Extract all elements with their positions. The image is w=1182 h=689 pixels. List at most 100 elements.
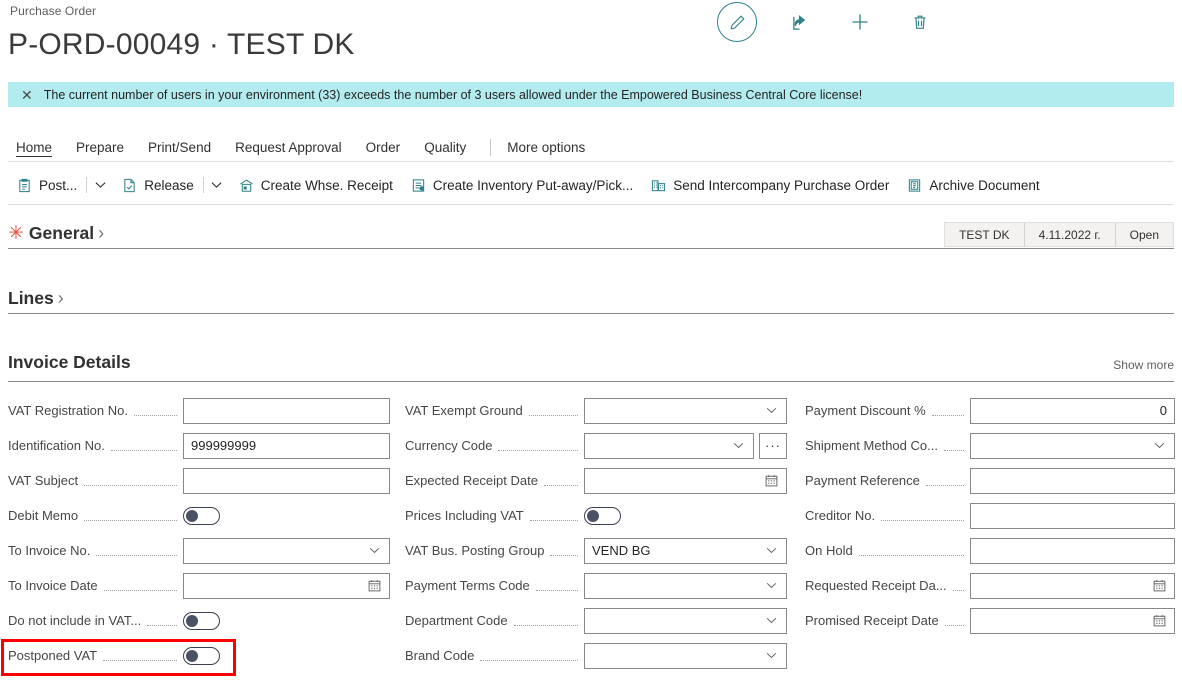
notification-message: The current number of users in your envi…	[43, 87, 863, 102]
ribbon-divider	[8, 161, 1174, 162]
top-action-toolbar	[717, 0, 937, 44]
vat-subject-input[interactable]	[183, 467, 390, 494]
field-column-left: VAT Registration No. Identification No. …	[8, 393, 390, 673]
prices-including-vat-toggle[interactable]	[584, 506, 621, 525]
field-vat-exempt-ground: VAT Exempt Ground	[405, 393, 787, 428]
plus-icon[interactable]	[843, 5, 877, 39]
currency-code-lookup-button[interactable]: ···	[759, 432, 787, 459]
vat-registration-no-input[interactable]	[183, 397, 390, 424]
tab-home[interactable]: Home	[8, 140, 64, 155]
lines-section-title: Lines	[8, 287, 54, 308]
field-identification-no: Identification No. 999999999	[8, 428, 390, 463]
calendar-icon[interactable]	[1151, 614, 1167, 627]
creditor-no-input[interactable]	[970, 502, 1175, 529]
post-dropdown-chevron-down-icon[interactable]	[87, 171, 113, 199]
requested-receipt-date-input[interactable]	[970, 572, 1175, 599]
trash-icon[interactable]	[903, 5, 937, 39]
postponed-vat-toggle[interactable]	[183, 646, 220, 665]
archive-document-label: Archive Document	[929, 177, 1040, 193]
chevron-down-icon[interactable]	[763, 652, 779, 659]
release-icon	[122, 178, 137, 193]
pill-date[interactable]: 4.11.2022 г.	[1023, 223, 1115, 246]
tab-request-approval[interactable]: Request Approval	[223, 140, 354, 155]
label-leader-dots	[147, 615, 177, 626]
vat-bus-posting-group-dropdown[interactable]: VEND BG	[584, 537, 787, 564]
tab-divider	[490, 138, 492, 156]
intercompany-icon	[651, 178, 666, 193]
post-icon	[17, 178, 32, 193]
release-button[interactable]: Release	[113, 171, 203, 199]
identification-no-input[interactable]: 999999999	[183, 432, 390, 459]
do-not-include-in-vat-toggle[interactable]	[183, 611, 220, 630]
lines-section-header[interactable]: Lines ›	[8, 283, 1174, 313]
field-label: Debit Memo	[8, 508, 79, 523]
edit-pencil-icon[interactable]	[717, 2, 757, 42]
share-icon[interactable]	[783, 5, 817, 39]
archive-icon	[907, 178, 922, 193]
warehouse-receipt-icon	[239, 178, 254, 193]
ribbon-tab-list: Home Prepare Print/Send Request Approval…	[8, 132, 1174, 162]
to-invoice-date-input[interactable]	[183, 572, 390, 599]
pill-status[interactable]: Open	[1114, 223, 1173, 246]
calendar-icon[interactable]	[1151, 579, 1167, 592]
command-bar-divider	[8, 204, 1174, 205]
post-button[interactable]: Post...	[8, 171, 86, 199]
tab-quality[interactable]: Quality	[412, 140, 478, 155]
license-notification-bar: ✕ The current number of users in your en…	[8, 82, 1174, 107]
chevron-down-icon[interactable]	[763, 407, 779, 414]
vat-exempt-ground-dropdown[interactable]	[584, 397, 787, 424]
chevron-down-icon[interactable]	[763, 582, 779, 589]
invoice-details-title: Invoice Details	[8, 352, 131, 372]
release-dropdown-chevron-down-icon[interactable]	[204, 171, 230, 199]
promised-receipt-date-input[interactable]	[970, 607, 1175, 634]
on-hold-input[interactable]	[970, 537, 1175, 564]
label-leader-dots	[529, 510, 578, 521]
brand-code-dropdown[interactable]	[584, 642, 787, 669]
general-section-title: General	[28, 222, 95, 243]
currency-code-dropdown[interactable]	[584, 432, 754, 459]
payment-reference-input[interactable]	[970, 467, 1175, 494]
field-on-hold: On Hold	[805, 533, 1175, 568]
tab-order[interactable]: Order	[354, 140, 413, 155]
field-creditor-no: Creditor No.	[805, 498, 1175, 533]
calendar-icon[interactable]	[763, 474, 779, 487]
calendar-icon[interactable]	[366, 579, 382, 592]
field-label: Payment Terms Code	[405, 578, 530, 593]
field-payment-terms-code: Payment Terms Code	[405, 568, 787, 603]
general-summary-pills: TEST DK 4.11.2022 г. Open	[944, 222, 1174, 247]
more-options-button[interactable]: More options	[503, 140, 589, 155]
page-title: P-ORD-00049 · TEST DK	[8, 28, 355, 61]
close-icon[interactable]: ✕	[21, 88, 33, 102]
chevron-down-icon[interactable]	[730, 442, 746, 449]
send-intercompany-purchase-order-button[interactable]: Send Intercompany Purchase Order	[642, 171, 898, 199]
label-leader-dots	[535, 580, 578, 591]
create-whse-receipt-button[interactable]: Create Whse. Receipt	[230, 171, 402, 199]
shipment-method-code-dropdown[interactable]	[970, 432, 1175, 459]
debit-memo-toggle[interactable]	[183, 506, 220, 525]
tab-prepare[interactable]: Prepare	[64, 140, 136, 155]
label-leader-dots	[513, 615, 578, 626]
archive-document-button[interactable]: Archive Document	[898, 171, 1048, 199]
create-inventory-putaway-pick-label: Create Inventory Put-away/Pick...	[432, 177, 634, 193]
tab-print-send[interactable]: Print/Send	[136, 140, 223, 155]
field-label: To Invoice Date	[8, 578, 98, 593]
field-do-not-include-in-vat: Do not include in VAT...	[8, 603, 390, 638]
chevron-down-icon[interactable]	[763, 547, 779, 554]
field-payment-discount-pct: Payment Discount % 0	[805, 393, 1175, 428]
chevron-down-icon[interactable]	[1151, 442, 1167, 449]
breadcrumb[interactable]: Purchase Order	[10, 4, 96, 18]
show-more-link[interactable]: Show more	[1113, 358, 1174, 372]
pill-company[interactable]: TEST DK	[945, 223, 1023, 246]
expected-receipt-date-input[interactable]	[584, 467, 787, 494]
inventory-putaway-icon	[411, 178, 426, 193]
field-label: Promised Receipt Date	[805, 613, 939, 628]
field-label: Creditor No.	[805, 508, 876, 523]
chevron-down-icon[interactable]	[763, 617, 779, 624]
to-invoice-no-dropdown[interactable]	[183, 537, 390, 564]
department-code-dropdown[interactable]	[584, 607, 787, 634]
chevron-down-icon[interactable]	[366, 547, 382, 554]
create-inventory-putaway-pick-button[interactable]: Create Inventory Put-away/Pick...	[402, 171, 642, 199]
payment-terms-code-dropdown[interactable]	[584, 572, 787, 599]
payment-discount-pct-input[interactable]: 0	[970, 397, 1175, 424]
label-leader-dots	[943, 440, 964, 451]
